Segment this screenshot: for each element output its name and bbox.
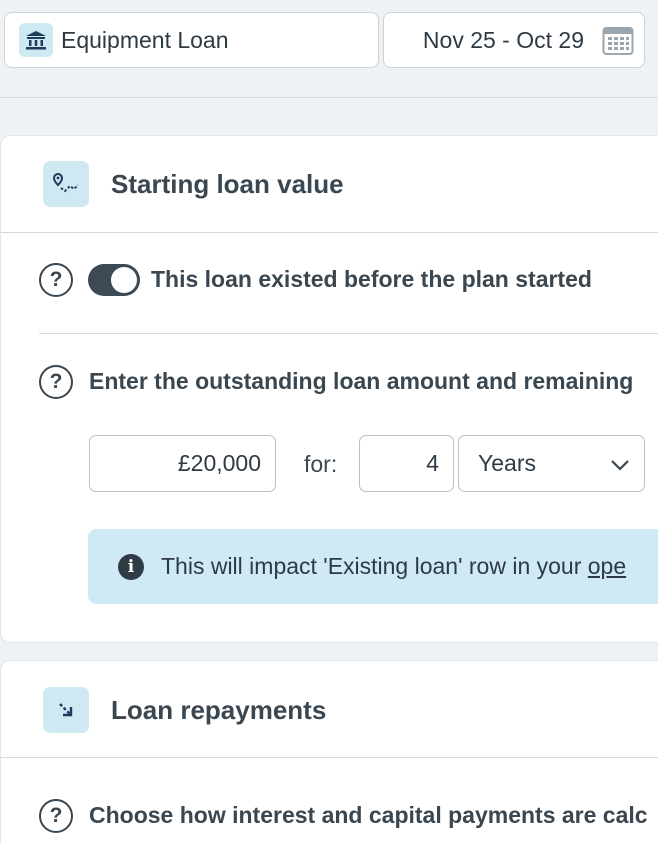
toggle-knob xyxy=(111,267,137,293)
calendar-icon[interactable] xyxy=(602,24,634,56)
help-icon[interactable]: ? xyxy=(39,263,73,297)
arrow-down-right-icon xyxy=(43,687,89,733)
amount-prompt: Enter the outstanding loan amount and re… xyxy=(89,368,634,394)
loan-repayments-card: Loan repayments ? Choose how interest an… xyxy=(0,660,658,843)
opening-balance-link[interactable]: ope xyxy=(588,553,626,579)
section-title: Starting loan value xyxy=(111,169,344,199)
row-divider xyxy=(39,333,658,334)
bank-icon xyxy=(19,23,53,57)
help-icon[interactable]: ? xyxy=(39,365,73,399)
info-notice: i This will impact 'Existing loan' row i… xyxy=(88,529,658,604)
header-divider xyxy=(0,97,658,98)
loan-name: Equipment Loan xyxy=(61,26,229,53)
date-range-picker[interactable]: Nov 25 - Oct 29 xyxy=(383,12,645,68)
term-length-input[interactable]: 4 xyxy=(359,435,454,492)
section-divider xyxy=(1,232,658,233)
repayment-prompt: Choose how interest and capital payments… xyxy=(89,802,648,828)
date-range-text: Nov 25 - Oct 29 xyxy=(422,26,584,53)
term-unit-select[interactable]: Years xyxy=(458,435,645,492)
term-unit-value: Years xyxy=(478,450,536,476)
help-icon[interactable]: ? xyxy=(39,799,73,833)
section-divider xyxy=(1,757,658,758)
section-title: Loan repayments xyxy=(111,695,327,725)
toggle-label: This loan existed before the plan starte… xyxy=(151,266,592,292)
info-text: This will impact 'Existing loan' row in … xyxy=(161,553,627,579)
chevron-down-icon xyxy=(610,450,630,477)
existed-before-toggle[interactable] xyxy=(88,264,140,296)
for-label: for: xyxy=(304,451,338,477)
info-icon: i xyxy=(118,553,144,580)
loan-selector[interactable]: Equipment Loan xyxy=(4,12,379,68)
loan-amount-input[interactable]: £20,000 xyxy=(89,435,276,492)
route-icon xyxy=(43,161,89,207)
